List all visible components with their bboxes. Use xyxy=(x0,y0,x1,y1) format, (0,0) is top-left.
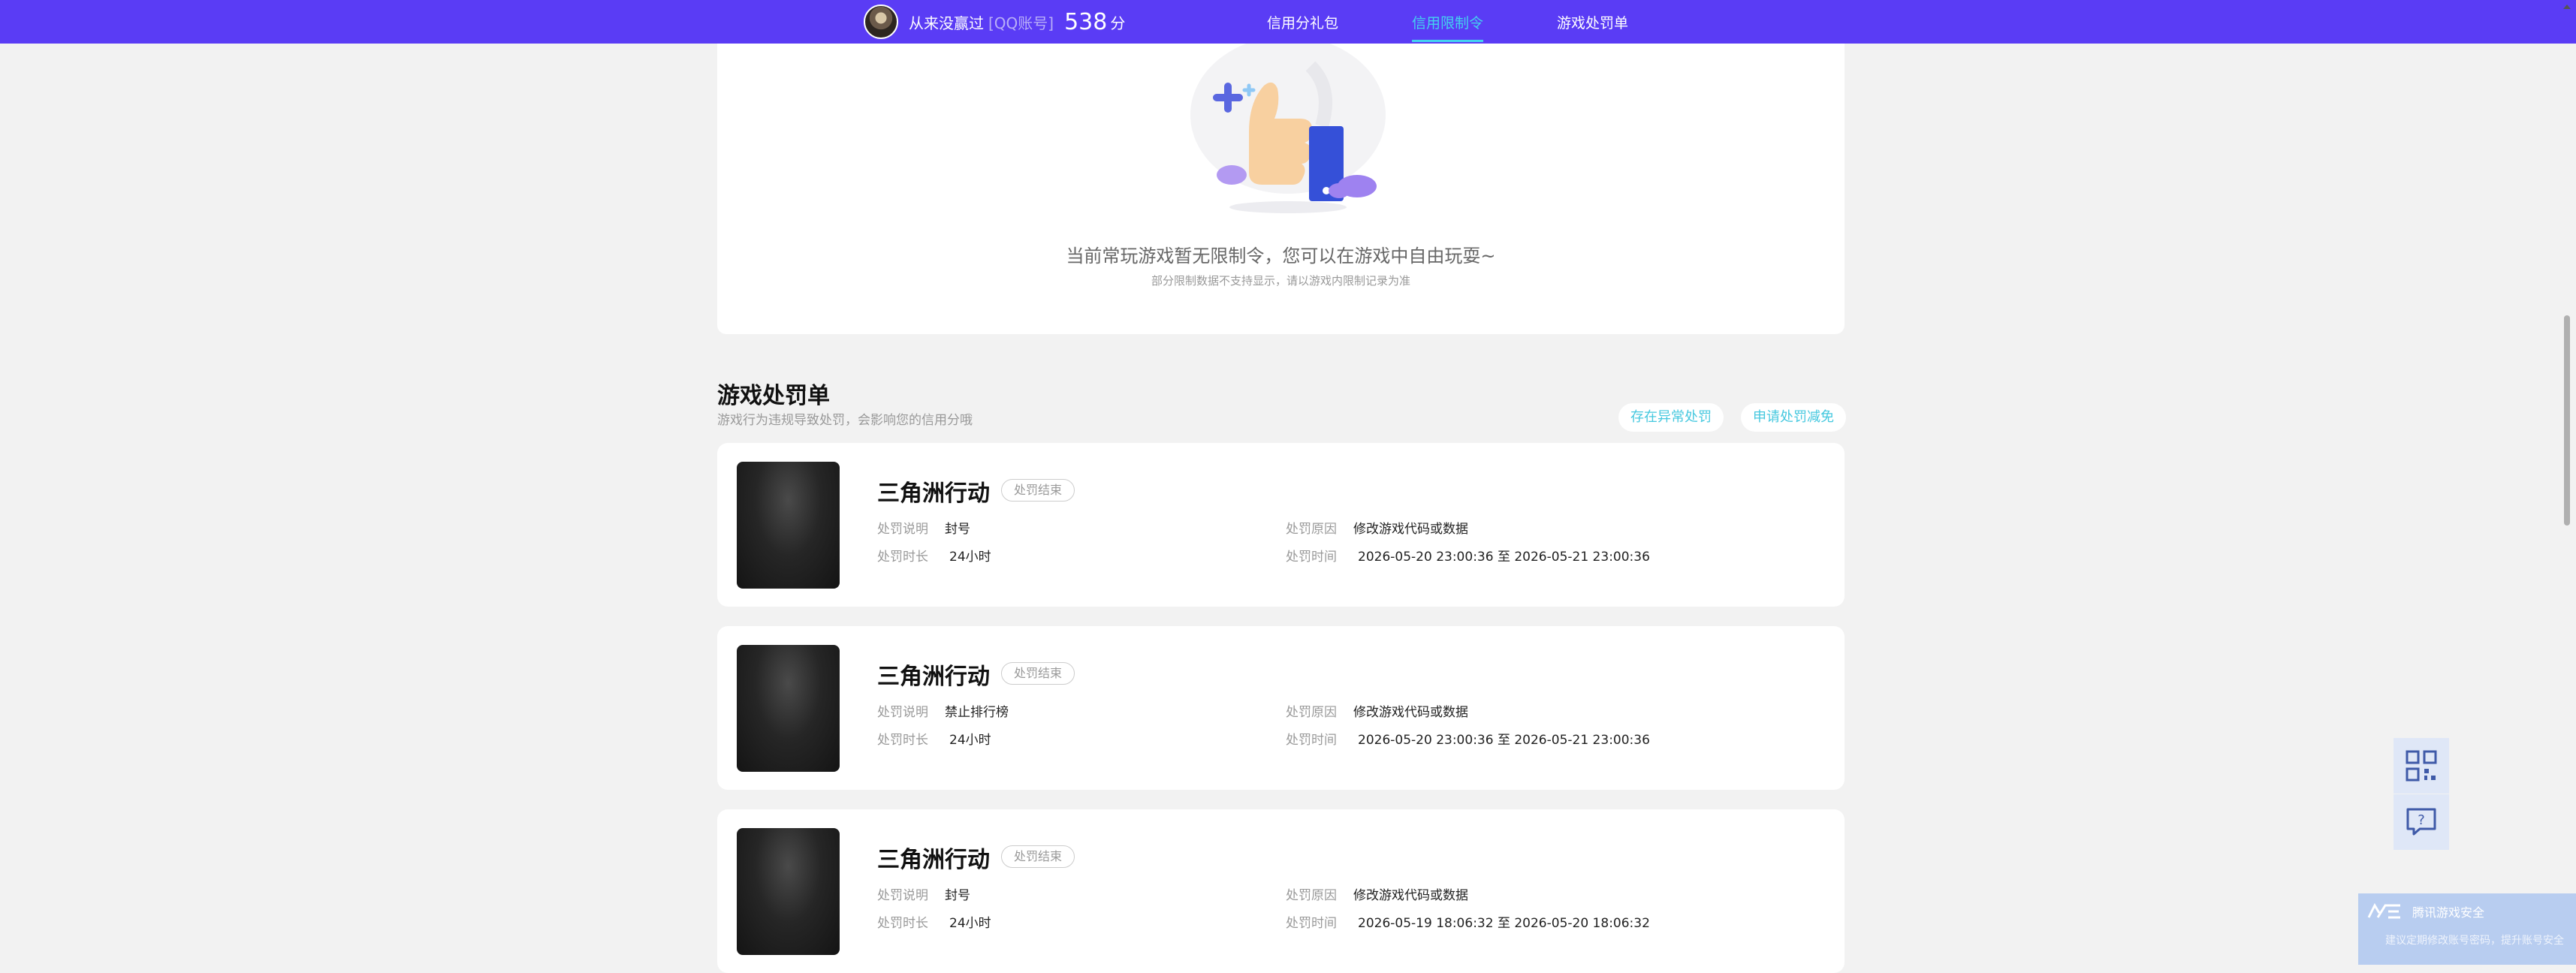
help-chat-icon: ? xyxy=(2406,808,2436,836)
qr-code-icon xyxy=(2406,750,2437,782)
restriction-card: 当前常玩游戏暂无限制令，您可以在游戏中自由玩耍~ 部分限制数据不支持显示，请以游… xyxy=(717,44,1845,334)
game-name: 三角洲行动 xyxy=(877,664,990,690)
abnormal-penalty-button[interactable]: 存在异常处罚 xyxy=(1618,403,1724,432)
penalty-card[interactable]: 三角洲行动 处罚结束 处罚说明 封号 处罚时长 24小时 处罚原因 修改游戏代码… xyxy=(717,809,1845,973)
game-name: 三角洲行动 xyxy=(877,480,990,507)
duration-label: 处罚时长 xyxy=(877,733,928,748)
description-label: 处罚说明 xyxy=(877,888,928,903)
tab-credit-restriction[interactable]: 信用限制令 xyxy=(1412,0,1484,44)
status-badge: 处罚结束 xyxy=(1001,662,1075,685)
top-bar: 从来没赢过 [QQ账号] 538 分 信用分礼包 信用限制令 游戏处罚单 xyxy=(0,0,2576,44)
credit-score-unit: 分 xyxy=(1110,14,1126,32)
user-info: 从来没赢过 [QQ账号] 538 分 xyxy=(864,5,1125,39)
penalty-section-description: 游戏行为违规导致处罚，会影响您的信用分哦 xyxy=(717,413,973,428)
vertical-scrollbar[interactable] xyxy=(2564,315,2570,526)
qr-code-button[interactable] xyxy=(2394,738,2449,794)
reason-value: 修改游戏代码或数据 xyxy=(1353,522,1468,537)
thumbs-up-illustration xyxy=(1190,44,1386,213)
penalty-card[interactable]: 三角洲行动 处罚结束 处罚说明 封号 处罚时长 24小时 处罚原因 修改游戏代码… xyxy=(717,443,1845,607)
reason-value: 修改游戏代码或数据 xyxy=(1353,888,1468,903)
svg-text:?: ? xyxy=(2418,812,2425,828)
reason-label: 处罚原因 xyxy=(1286,888,1337,903)
game-thumbnail xyxy=(737,462,840,589)
tab-credit-gift[interactable]: 信用分礼包 xyxy=(1267,0,1338,44)
reason-value: 修改游戏代码或数据 xyxy=(1353,705,1468,720)
description-value: 封号 xyxy=(945,522,970,537)
empty-restriction-note: 部分限制数据不支持显示，请以游戏内限制记录为准 xyxy=(1151,274,1410,288)
description-value: 禁止排行榜 xyxy=(945,705,1009,720)
security-popup[interactable]: 腾讯游戏安全 建议定期修改账号密码，提升账号安全 xyxy=(2358,893,2576,965)
scroll-up-arrow-icon[interactable] xyxy=(2562,0,2571,12)
time-value: 2026-05-19 18:06:32 至 2026-05-20 18:06:3… xyxy=(1358,916,1650,931)
security-logo-icon xyxy=(2367,902,2400,919)
credit-score: 538 xyxy=(1064,8,1108,35)
empty-restriction-message: 当前常玩游戏暂无限制令，您可以在游戏中自由玩耍~ xyxy=(1066,246,1496,267)
popup-title: 腾讯游戏安全 xyxy=(2412,905,2485,920)
appeal-penalty-button[interactable]: 申请处罚减免 xyxy=(1741,403,1846,432)
duration-label: 处罚时长 xyxy=(877,916,928,931)
avatar[interactable] xyxy=(864,5,898,39)
account-type: [QQ账号] xyxy=(988,14,1054,32)
user-name: 从来没赢过 xyxy=(909,14,984,32)
reason-label: 处罚原因 xyxy=(1286,522,1337,537)
tab-game-penalty[interactable]: 游戏处罚单 xyxy=(1557,0,1628,44)
duration-value: 24小时 xyxy=(949,733,991,748)
time-label: 处罚时间 xyxy=(1286,916,1337,931)
description-value: 封号 xyxy=(945,888,970,903)
penalty-card[interactable]: 三角洲行动 处罚结束 处罚说明 禁止排行榜 处罚时长 24小时 处罚原因 修改游… xyxy=(717,626,1845,790)
time-value: 2026-05-20 23:00:36 至 2026-05-21 23:00:3… xyxy=(1358,550,1650,565)
help-button[interactable]: ? xyxy=(2394,794,2449,850)
popup-text: 建议定期修改账号密码，提升账号安全 xyxy=(2385,935,2564,947)
penalty-section-title: 游戏处罚单 xyxy=(717,383,830,409)
time-value: 2026-05-20 23:00:36 至 2026-05-21 23:00:3… xyxy=(1358,733,1650,748)
game-thumbnail xyxy=(737,645,840,772)
game-name: 三角洲行动 xyxy=(877,847,990,873)
game-thumbnail xyxy=(737,828,840,955)
time-label: 处罚时间 xyxy=(1286,550,1337,565)
status-badge: 处罚结束 xyxy=(1001,479,1075,502)
reason-label: 处罚原因 xyxy=(1286,705,1337,720)
description-label: 处罚说明 xyxy=(877,522,928,537)
description-label: 处罚说明 xyxy=(877,705,928,720)
duration-value: 24小时 xyxy=(949,550,991,565)
status-badge: 处罚结束 xyxy=(1001,845,1075,868)
duration-value: 24小时 xyxy=(949,916,991,931)
time-label: 处罚时间 xyxy=(1286,733,1337,748)
duration-label: 处罚时长 xyxy=(877,550,928,565)
